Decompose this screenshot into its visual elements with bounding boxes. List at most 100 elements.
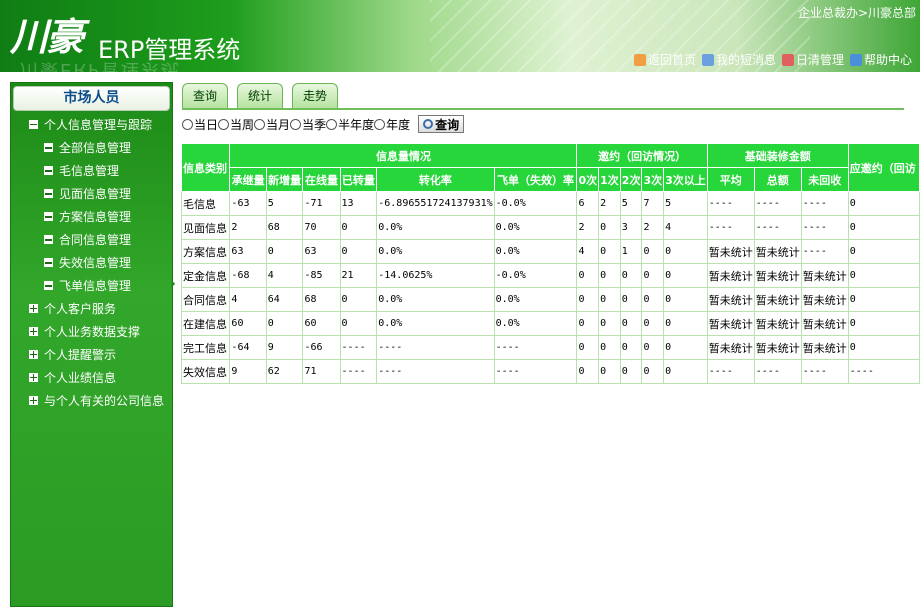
table-cell: 0.0% [493,287,578,312]
sub-header-3: 已转量 [339,167,378,192]
sidebar-item-7[interactable]: 飞单信息管理 [11,274,172,297]
sidebar-group-9[interactable]: 个人业务数据支撑 [11,320,172,343]
sidebar-group-8[interactable]: 个人客户服务 [11,297,172,320]
logo-reflection: 川豪ERP管理系统 [20,59,181,72]
sidebar-item-label: 方案信息管理 [59,210,132,224]
statistics-body: 毛信息 -63 5 -71 13 -6.896551724137931% -0.0% 6 2 5 7… [180,191,920,384]
table-cell: 暂未统计 [800,287,849,312]
header-deposit: 基础装修金额 [706,143,849,168]
tab-0[interactable]: 查询 [182,83,228,108]
table-cell: ---- [753,191,802,216]
table-cell: 暂未统计 [706,263,755,288]
table-cell: 0 [619,263,643,288]
table-cell: ---- [800,191,849,216]
table-cell: 0 [339,311,378,336]
radio-option-5[interactable]: 年度 [374,116,410,133]
sidebar-group-12[interactable]: 与个人有关的公司信息 [11,389,172,412]
sidebar-collapse-icon[interactable]: › [170,276,180,292]
table-cell: ---- [753,215,802,240]
radio-circle-icon[interactable] [326,118,338,130]
table-cell: 68 [302,287,341,312]
radio-option-4[interactable]: 半年度 [326,116,374,133]
table-cell: -6.896551724137931% [376,191,495,216]
statistics-table: 信息类别 信息量情况 邀约（回访情况） 基础装修金额 应邀约（回访 承继量 新增量… [180,143,920,384]
table-cell: 0.0% [493,239,578,264]
table-cell: 71 [302,359,341,384]
sidebar-item-1[interactable]: 全部信息管理 [11,136,172,159]
table-cell: 暂未统计 [753,335,802,360]
sidebar-item-label: 合同信息管理 [59,233,132,247]
sub-header-row: 承继量 新增量 在线量 已转量 转化率 飞单（失效）率 0次 1次 2次 3次 3次以上 平均 总额 未回… [182,167,920,192]
radio-circle-icon[interactable] [254,118,266,130]
radio-option-2[interactable]: 当月 [254,116,290,133]
table-cell: 0.0% [493,311,578,336]
table-cell: 0 [576,359,600,384]
table-cell: 0 [847,239,920,264]
table-cell: ---- [376,335,495,360]
top-link-help[interactable]: 帮助中心 [849,51,912,68]
sidebar-group-11[interactable]: 个人业绩信息 [11,366,172,389]
sub-header-10: 3次以上 [663,167,708,192]
radio-circle-icon[interactable] [290,118,302,130]
table-cell: 63 [229,239,267,264]
radio-option-0[interactable]: 当日 [182,116,218,133]
tab-1[interactable]: 统计 [237,83,283,108]
top-link-calendar[interactable]: 日清管理 [781,51,844,68]
table-cell: 2 [229,215,267,240]
bullet-icon [44,212,53,221]
tab-2[interactable]: 走势 [292,83,338,108]
sidebar-group-10[interactable]: 个人提醒警示 [11,343,172,366]
table-cell: 4 [663,215,708,240]
table-cell: 0 [619,311,643,336]
table-cell: 0.0% [376,311,495,336]
top-link-message[interactable]: 我的短消息 [701,51,776,68]
tab-underline [182,108,904,110]
row-label: 见面信息 [180,215,231,240]
row-label: 失效信息 [180,359,231,384]
message-icon [701,53,714,66]
table-cell: 0 [847,215,920,240]
table-cell: -0.0% [493,263,578,288]
radio-circle-icon[interactable] [218,118,230,130]
sidebar-item-label: 个人业务数据支撑 [44,325,141,339]
sidebar-item-label: 失效信息管理 [59,256,132,270]
sidebar-item-5[interactable]: 合同信息管理 [11,228,172,251]
top-link-home[interactable]: 返回首页 [633,51,696,68]
radio-label: 当月 [266,117,291,132]
table-cell: 2 [641,215,665,240]
table-cell: 0 [847,311,920,336]
table-cell: 7 [641,191,665,216]
query-button[interactable]: 查询 [418,115,465,133]
expand-icon [29,327,38,336]
radio-circle-icon[interactable] [374,118,386,130]
radio-option-3[interactable]: 当季 [290,116,326,133]
sidebar-item-4[interactable]: 方案信息管理 [11,205,172,228]
table-cell: ---- [706,215,755,240]
table-cell: 13 [339,191,378,216]
table-cell: 暂未统计 [706,311,755,336]
table-cell: 0 [847,287,920,312]
table-cell: 0 [663,359,708,384]
bullet-icon [44,143,53,152]
table-cell: 4 [265,263,304,288]
table-cell: 0.0% [376,287,495,312]
radio-option-1[interactable]: 当周 [218,116,254,133]
sidebar-item-2[interactable]: 毛信息管理 [11,159,172,182]
table-cell: 0 [641,287,665,312]
top-links: 返回首页 我的短消息 日清管理 帮助中心 [633,51,912,68]
sub-header-13: 未回收 [800,167,849,192]
radio-circle-icon[interactable] [182,118,193,130]
logo-glyph: 川豪 [10,14,84,59]
table-cell: 5 [619,191,643,216]
top-link-label: 返回首页 [647,53,696,67]
table-cell: 0 [847,263,920,288]
row-label: 完工信息 [180,335,231,360]
table-cell: -66 [302,335,341,360]
sidebar-item-3[interactable]: 见面信息管理 [11,182,172,205]
tab-bar: 查询 统计 走势 [182,83,338,108]
sidebar-group-0[interactable]: 个人信息管理与跟踪 [11,113,172,136]
sidebar-item-label: 个人客户服务 [44,302,117,316]
sidebar-item-6[interactable]: 失效信息管理 [11,251,172,274]
radio-label: 年度 [386,117,411,132]
table-cell: 暂未统计 [753,239,802,264]
